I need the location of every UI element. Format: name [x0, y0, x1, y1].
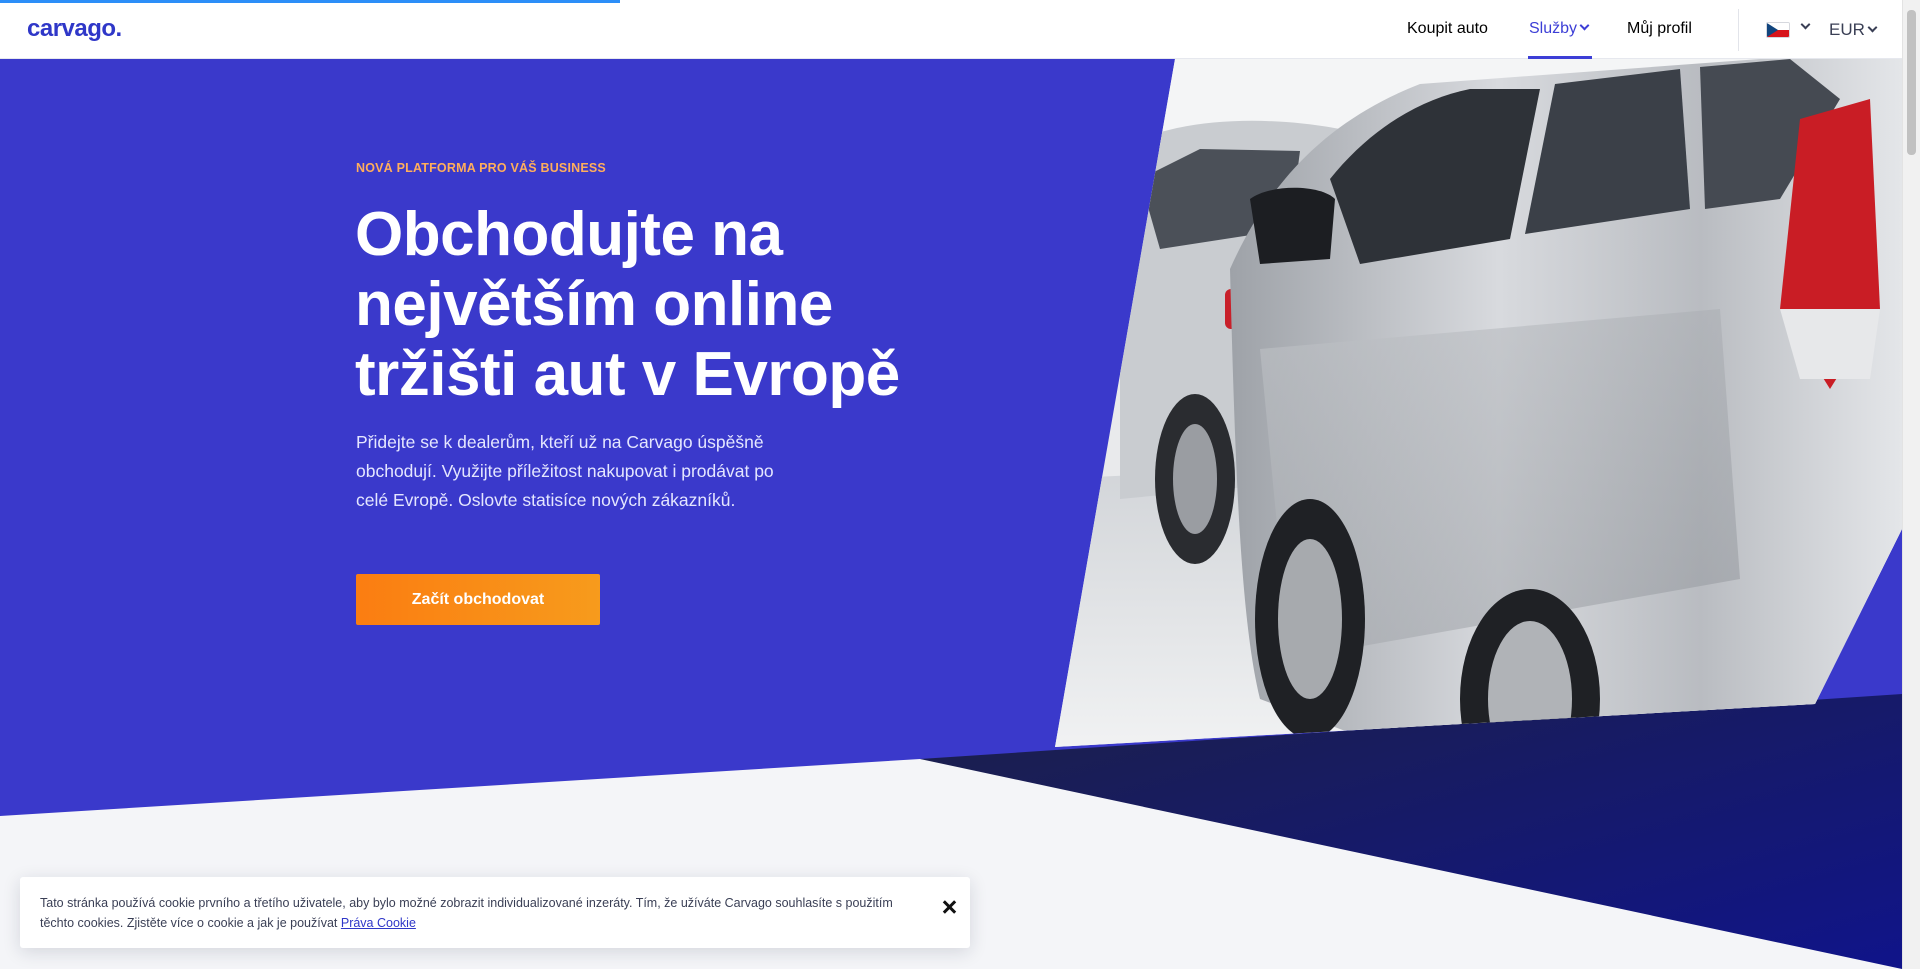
- hero-headline-line-1: Obchodujte na: [355, 200, 783, 269]
- page-scrollbar[interactable]: [1902, 0, 1920, 969]
- carvago-logo[interactable]: carvago.: [27, 15, 122, 43]
- cookie-message: Tato stránka používá cookie prvního a tř…: [40, 896, 893, 930]
- cookie-banner: Tato stránka používá cookie prvního a tř…: [20, 877, 970, 948]
- top-navigation-bar: carvago. Koupit auto Služby Můj profil E…: [0, 0, 1902, 59]
- czech-flag-icon[interactable]: [1767, 23, 1789, 37]
- start-trading-button[interactable]: Začít obchodovat: [356, 574, 600, 625]
- nav-my-profile[interactable]: Můj profil: [1627, 20, 1692, 38]
- hero-description: Přidejte se k dealerům, kteří už na Carv…: [356, 432, 774, 510]
- nav-divider: [1738, 9, 1739, 51]
- chevron-down-icon: [1867, 22, 1878, 33]
- start-trading-label: Začít obchodovat: [411, 590, 545, 608]
- hero-background: [0, 59, 1902, 969]
- chevron-down-icon[interactable]: [1800, 19, 1811, 30]
- currency-label: EUR: [1829, 20, 1865, 39]
- hero-headline-line-2: největším online: [355, 270, 833, 339]
- hero-kicker: NOVÁ PLATFORMA PRO VÁŠ BUSINESS: [356, 161, 606, 175]
- hero-headline-line-3: tržišti aut v Evropě: [355, 340, 900, 409]
- currency-selector[interactable]: EUR: [1829, 20, 1878, 40]
- page: carvago. Koupit auto Služby Můj profil E…: [0, 0, 1920, 969]
- scrollbar-thumb[interactable]: [1907, 10, 1916, 155]
- nav-buy-car-label: Koupit auto: [1407, 20, 1488, 37]
- nav-services-dropdown[interactable]: Služby: [1529, 20, 1590, 38]
- page-loading-bar: [0, 0, 620, 3]
- car-photo: [1055, 59, 1902, 747]
- cookie-text: Tato stránka používá cookie prvního a tř…: [40, 893, 900, 933]
- nav-buy-car[interactable]: Koupit auto: [1407, 20, 1488, 38]
- nav-services-label: Služby: [1529, 20, 1578, 37]
- nav-my-profile-label: Můj profil: [1627, 20, 1692, 37]
- close-icon[interactable]: [938, 897, 960, 919]
- cookie-policy-link[interactable]: Práva Cookie: [341, 916, 416, 930]
- nav-active-indicator: [1528, 56, 1592, 59]
- chevron-down-icon: [1579, 20, 1590, 31]
- hero-headline: Obchodujte na největším online tržišti a…: [355, 200, 1015, 410]
